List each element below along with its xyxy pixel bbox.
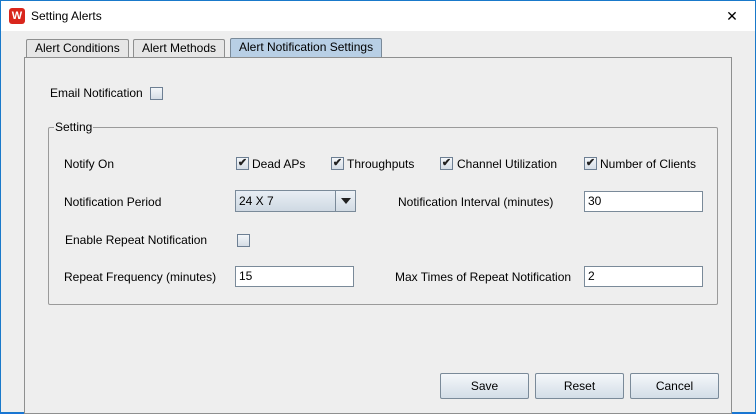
channel-utilization-checkbox[interactable]: ✔ [440, 157, 453, 170]
chevron-down-icon[interactable] [335, 191, 355, 211]
dialog-content: Alert Conditions Alert Methods Alert Not… [1, 31, 755, 414]
save-button[interactable]: Save [440, 373, 529, 399]
email-notification-checkbox[interactable] [150, 87, 163, 100]
number-of-clients-checkbox[interactable]: ✔ [584, 157, 597, 170]
dead-aps-checkbox[interactable]: ✔ [236, 157, 249, 170]
tab-alert-notification-settings[interactable]: Alert Notification Settings [230, 38, 383, 58]
cancel-button[interactable]: Cancel [630, 373, 719, 399]
dead-aps-label: Dead APs [252, 157, 306, 171]
email-notification-label: Email Notification [50, 86, 143, 100]
tab-alert-conditions[interactable]: Alert Conditions [26, 39, 129, 58]
notification-period-select[interactable]: 24 X 7 [235, 190, 356, 212]
throughputs-label: Throughputs [347, 157, 415, 171]
close-icon[interactable]: ✕ [709, 1, 755, 31]
throughputs-checkbox[interactable]: ✔ [331, 157, 344, 170]
dialog-window: W Setting Alerts ✕ Alert Conditions Aler… [0, 0, 756, 414]
max-times-field[interactable]: 2 [584, 266, 703, 287]
notify-on-label: Notify On [64, 157, 115, 171]
channel-utilization-label: Channel Utilization [457, 157, 558, 171]
app-logo-icon: W [9, 8, 25, 24]
tab-panel: Email Notification Setting Notify On ✔ D… [24, 57, 732, 414]
notification-interval-label: Notification Interval (minutes) [398, 195, 554, 209]
notification-period-value: 24 X 7 [239, 194, 274, 208]
reset-button[interactable]: Reset [535, 373, 624, 399]
tab-alert-methods[interactable]: Alert Methods [133, 39, 226, 58]
title-bar[interactable]: W Setting Alerts ✕ [1, 1, 755, 31]
window-title: Setting Alerts [31, 9, 102, 23]
number-of-clients-label: Number of Clients [600, 157, 697, 171]
notification-period-label: Notification Period [64, 195, 162, 209]
setting-group-title: Setting [54, 120, 94, 134]
notification-interval-field[interactable]: 30 [584, 191, 703, 212]
max-times-label: Max Times of Repeat Notification [395, 270, 572, 284]
setting-group: Setting Notify On ✔ Dead APs ✔ Throughpu… [48, 120, 718, 305]
repeat-frequency-label: Repeat Frequency (minutes) [64, 270, 217, 284]
repeat-frequency-field[interactable]: 15 [235, 266, 354, 287]
enable-repeat-checkbox[interactable] [237, 234, 250, 247]
enable-repeat-label: Enable Repeat Notification [65, 233, 208, 247]
